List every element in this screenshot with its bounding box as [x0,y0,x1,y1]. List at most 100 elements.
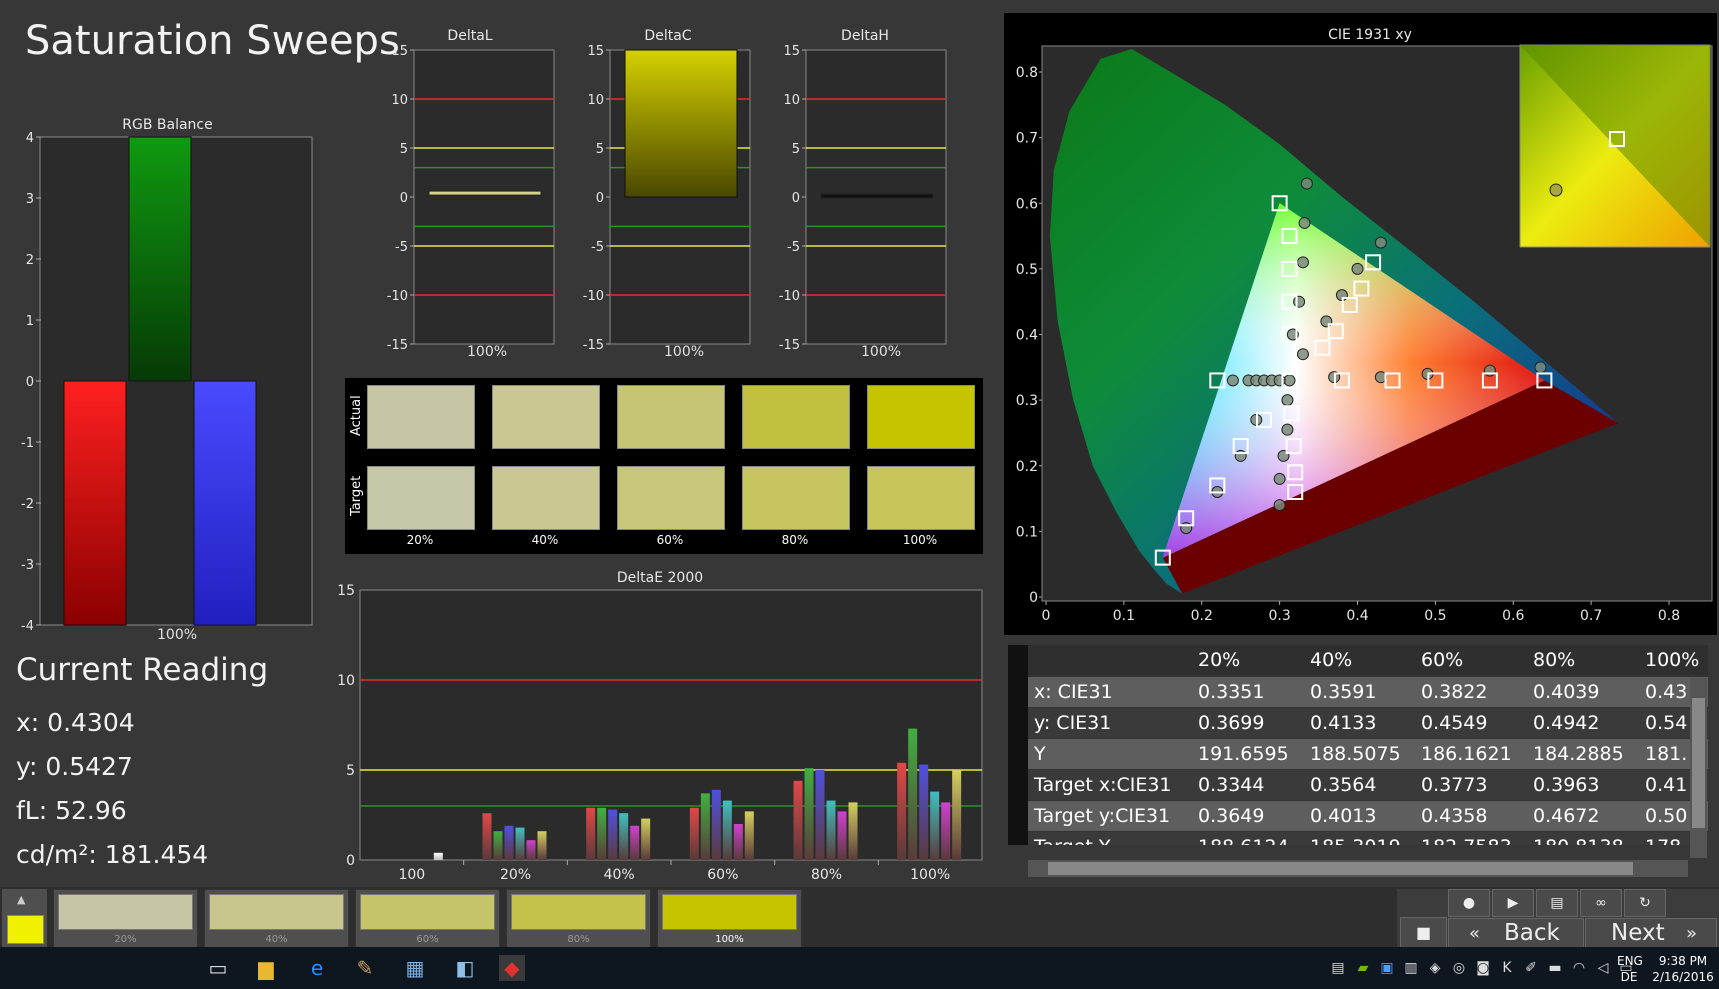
table-cell: 0.4358 [1421,805,1488,827]
table-cell: 182.7583 [1421,836,1512,845]
table-row[interactable]: x: CIE31 0.3351 0.3591 0.3822 0.4039 0.43 [1008,677,1708,707]
cie-ytick-label: 0.6 [1016,196,1038,212]
app-grid-icon[interactable]: ▦ [402,955,428,981]
deltae-bar [815,770,825,860]
bottom-swatch[interactable]: 60% [355,889,500,949]
record-button[interactable]: ● [1448,889,1490,917]
table-cell: 184.2885 [1533,743,1624,765]
next-chevron-icon: » [1686,923,1698,944]
tray-shield-icon[interactable]: ◈ [1422,955,1448,981]
actual-swatch [492,385,600,449]
delta-c-xlabel: 100% [664,344,705,360]
cie-ytick-label: 0.4 [1016,328,1038,344]
stop-button[interactable]: ■ [1400,917,1447,949]
tray-date[interactable]: 2/16/2016 [1648,970,1718,984]
tray-bluetooth-icon[interactable]: ▣ [1374,955,1400,981]
deltae-bar [630,825,640,860]
bottom-swatch[interactable]: 80% [506,889,651,949]
tray-wifi-icon[interactable]: ◠ [1566,955,1592,981]
data-table[interactable]: 20% 40% 60% 80% 100% x: CIE31 0.3351 0.359… [1008,645,1708,845]
delta-tick-label: 10 [587,93,604,108]
table-row[interactable]: y: CIE31 0.3699 0.4133 0.4549 0.4942 0.54 [1008,708,1708,738]
notepad-icon[interactable]: ◧ [452,955,478,981]
file-explorer-icon[interactable]: ▆ [253,955,279,981]
bottom-swatch[interactable]: 40% [204,889,349,949]
delta-tick-label: 15 [783,44,800,59]
table-cell: 178. [1645,836,1687,845]
delta-tick-label: -10 [387,289,408,304]
tray-time[interactable]: 9:38 PM [1648,954,1718,968]
table-row[interactable]: Target y:CIE31 0.3649 0.4013 0.4358 0.4672 0.… [1008,801,1708,831]
delta-tick-label: 0 [400,191,408,206]
cie-xtick-label: 0.2 [1191,608,1213,624]
tray-sync-icon[interactable]: ◎ [1446,955,1472,981]
tray-k-icon[interactable]: K [1494,955,1520,981]
rgb-ytick-label: 3 [26,192,34,207]
task-view-icon[interactable]: ▭ [205,955,231,981]
tray-network-icon[interactable]: ▥ [1398,955,1424,981]
film-button[interactable]: ▤ [1536,889,1578,917]
reading-cdm2: cd/m²: 181.454 [16,840,209,869]
cie-measured-point [1483,364,1496,377]
table-row-label: Target y:CIE31 [1034,805,1171,827]
tray-lang-2[interactable]: DE [1617,970,1641,984]
deltae-xtick-label: 40% [604,867,635,882]
table-cell: 0.3564 [1310,774,1377,796]
tray-display-icon[interactable]: ▬ [1542,955,1568,981]
back-button[interactable]: « Back [1448,918,1584,949]
tray-sb-icon[interactable]: ◙ [1470,955,1496,981]
current-color-cell[interactable]: ▲ [2,889,47,947]
actual-swatch [742,385,850,449]
deltae-bar [711,789,721,860]
table-vertical-scroll-thumb[interactable] [1692,698,1705,828]
edge-browser-icon[interactable]: e [304,955,330,981]
deltae-xtick-label: 20% [500,867,531,882]
rgb-balance-chart: 4 3 2 1 0 -1 -2 -3 -4 [21,131,313,634]
tray-nvidia-icon[interactable]: ▰ [1350,955,1376,981]
delta-c-bar [624,49,738,198]
deltae-bar [804,768,814,860]
cie-ytick-label: 0.5 [1016,262,1038,278]
table-row[interactable]: Target Y 188.6124 185.3019 182.7583 180.8138… [1008,832,1708,845]
cie-chart: 0 0.1 0.2 0.3 0.4 0.5 0.6 0.7 0.8 0.8 0.7 0.6 0.5 0.4… [1016,44,1713,624]
table-row[interactable]: Y 191.6595 188.5075 186.1621 184.2885 181. [1008,739,1708,769]
cie-measured-point [1273,499,1286,512]
rgb-ytick-label: 0 [26,375,34,390]
cie-measured-point [1296,256,1309,269]
table-cell: 0.50 [1645,805,1688,827]
cie-measured-point [1298,216,1311,229]
table-cell: 0.3699 [1198,712,1265,734]
tray-printer-icon[interactable]: ▤ [1325,955,1351,981]
calman-app-icon[interactable]: ◆ [499,955,525,981]
deltae-bar [504,825,514,860]
cie-ytick-label: 0.8 [1016,65,1038,81]
cie-xtick-label: 0.1 [1113,608,1135,624]
cie-measured-point [1320,315,1333,328]
cie-measured-point [1180,522,1193,535]
loop-button[interactable]: ∞ [1580,889,1622,917]
next-button[interactable]: Next » [1585,918,1717,949]
target-swatch [742,466,850,530]
table-cell: 0.4133 [1310,712,1377,734]
tray-lang-1[interactable]: ENG [1617,954,1643,968]
tray-pen-icon[interactable]: ✐ [1518,955,1544,981]
bottom-swatch[interactable]: 20% [53,889,198,949]
play-button[interactable]: ▶ [1492,889,1534,917]
deltae-bar [793,780,803,860]
bottom-swatch[interactable]: 100% [657,889,802,949]
collapse-arrow-icon[interactable]: ▲ [17,893,25,906]
deltae-bar [493,831,503,860]
table-header-20: 20% [1198,649,1241,671]
table-vertical-scrollbar[interactable] [1690,678,1707,858]
table-horizontal-scrollbar[interactable] [1028,860,1688,877]
table-row[interactable]: Target x:CIE31 0.3344 0.3564 0.3773 0.3963 0.… [1008,770,1708,800]
next-button-label: Next [1611,920,1665,946]
table-cell: 0.4013 [1310,805,1377,827]
refresh-button[interactable]: ↻ [1624,889,1666,917]
bottom-swatch-label: 100% [715,934,744,945]
table-cell: 185.3019 [1310,836,1401,845]
paint-icon[interactable]: ✎ [352,955,378,981]
table-cell: 0.3351 [1198,681,1265,703]
cie-ytick-label: 0.1 [1016,524,1038,540]
table-horizontal-scroll-thumb[interactable] [1048,862,1633,875]
